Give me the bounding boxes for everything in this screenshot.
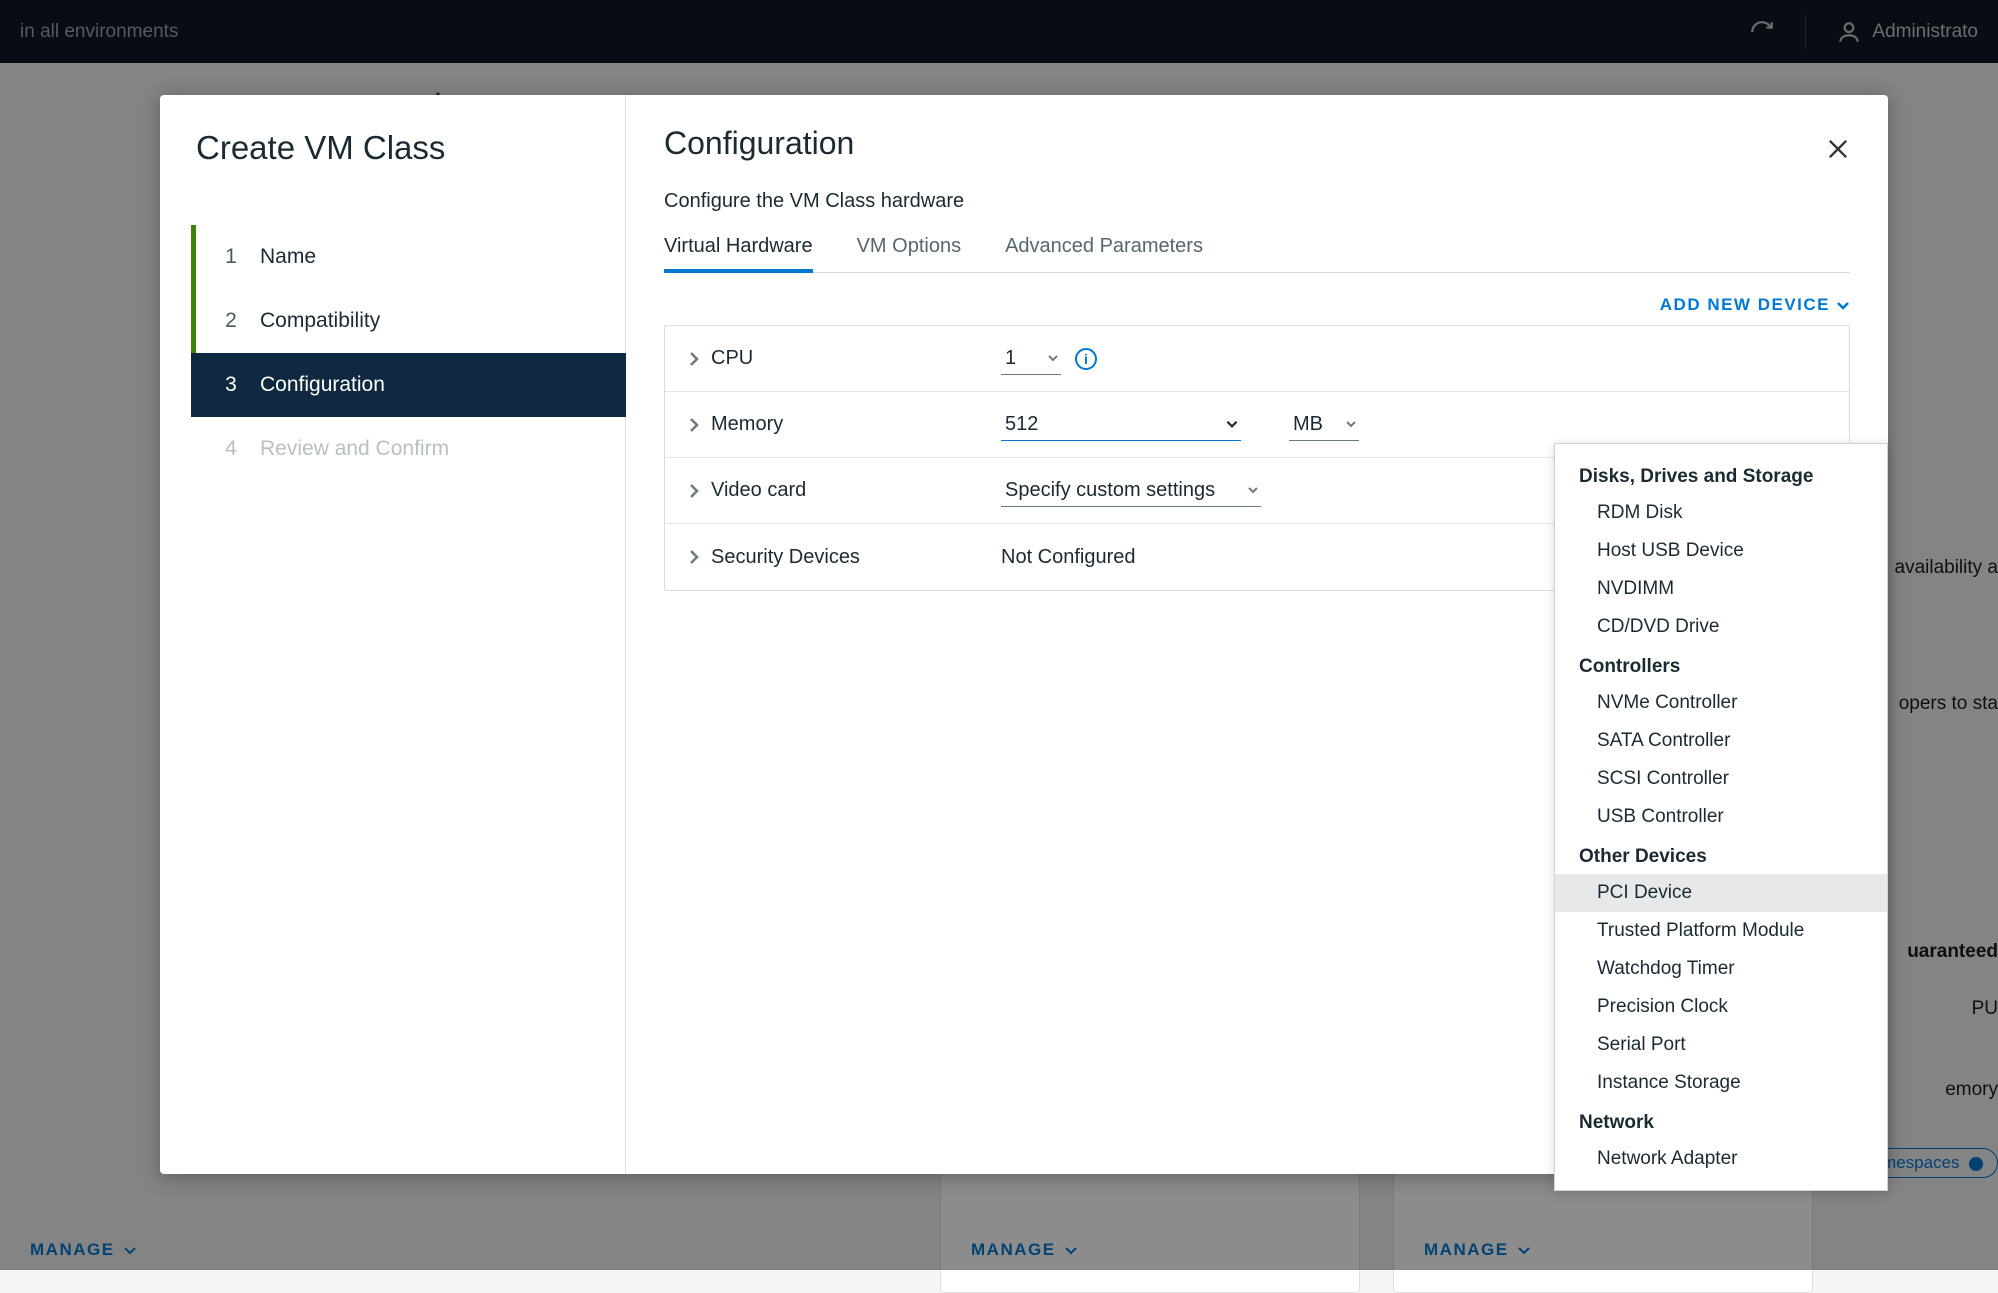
cpu-select[interactable]: 1 [1001,343,1061,375]
chevron-right-icon[interactable] [687,416,711,434]
dropdown-item-serial-port[interactable]: Serial Port [1555,1026,1887,1064]
chevron-right-icon[interactable] [687,548,711,566]
dropdown-section-header: Other Devices [1555,836,1887,874]
video-card-select[interactable]: Specify custom settings [1001,475,1261,507]
dropdown-item-rdm-disk[interactable]: RDM Disk [1555,494,1887,532]
dropdown-item-usb-controller[interactable]: USB Controller [1555,798,1887,836]
wizard-step-configuration[interactable]: 3Configuration [191,353,626,417]
tab-vm-options[interactable]: VM Options [857,235,961,272]
dropdown-item-trusted-platform-module[interactable]: Trusted Platform Module [1555,912,1887,950]
memory-unit-select[interactable]: MB [1289,409,1359,441]
dropdown-item-network-adapter[interactable]: Network Adapter [1555,1140,1887,1178]
dropdown-item-nvdimm[interactable]: NVDIMM [1555,570,1887,608]
dropdown-item-nvme-controller[interactable]: NVMe Controller [1555,684,1887,722]
close-icon[interactable] [1824,135,1856,167]
main-panel: Configuration Configure the VM Class har… [626,95,1888,1174]
tabs: Virtual Hardware VM Options Advanced Param… [664,235,1850,273]
dropdown-item-host-usb-device[interactable]: Host USB Device [1555,532,1887,570]
dropdown-section-header: Controllers [1555,646,1887,684]
wizard-step-review-and-confirm: 4Review and Confirm [196,417,625,481]
add-device-dropdown: Disks, Drives and StorageRDM DiskHost US… [1554,443,1888,1191]
dropdown-section-header: Disks, Drives and Storage [1555,456,1887,494]
tab-advanced-parameters[interactable]: Advanced Parameters [1005,235,1203,272]
page-title: Configuration [664,125,1850,162]
cpu-row: CPU 1 i [665,326,1849,392]
dropdown-item-cd-dvd-drive[interactable]: CD/DVD Drive [1555,608,1887,646]
tab-virtual-hardware[interactable]: Virtual Hardware [664,235,813,273]
dropdown-section-header: Network [1555,1102,1887,1140]
create-vm-class-modal: Create VM Class 1Name2Compatibility3Conf… [160,95,1888,1174]
dropdown-item-pci-device[interactable]: PCI Device [1555,874,1887,912]
wizard-step-compatibility[interactable]: 2Compatibility [191,289,625,353]
chevron-right-icon[interactable] [687,350,711,368]
memory-input[interactable]: 512 [1001,409,1241,441]
wizard-step-name[interactable]: 1Name [191,225,625,289]
wizard-title: Create VM Class [196,129,625,167]
dropdown-item-scsi-controller[interactable]: SCSI Controller [1555,760,1887,798]
dropdown-item-precision-clock[interactable]: Precision Clock [1555,988,1887,1026]
info-icon[interactable]: i [1075,348,1097,370]
dropdown-item-watchdog-timer[interactable]: Watchdog Timer [1555,950,1887,988]
add-new-device-button[interactable]: ADD NEW DEVICE [1660,295,1850,315]
page-subtitle: Configure the VM Class hardware [664,190,1850,213]
dropdown-item-instance-storage[interactable]: Instance Storage [1555,1064,1887,1102]
dropdown-item-sata-controller[interactable]: SATA Controller [1555,722,1887,760]
chevron-right-icon[interactable] [687,482,711,500]
wizard-sidebar: Create VM Class 1Name2Compatibility3Conf… [160,95,626,1174]
